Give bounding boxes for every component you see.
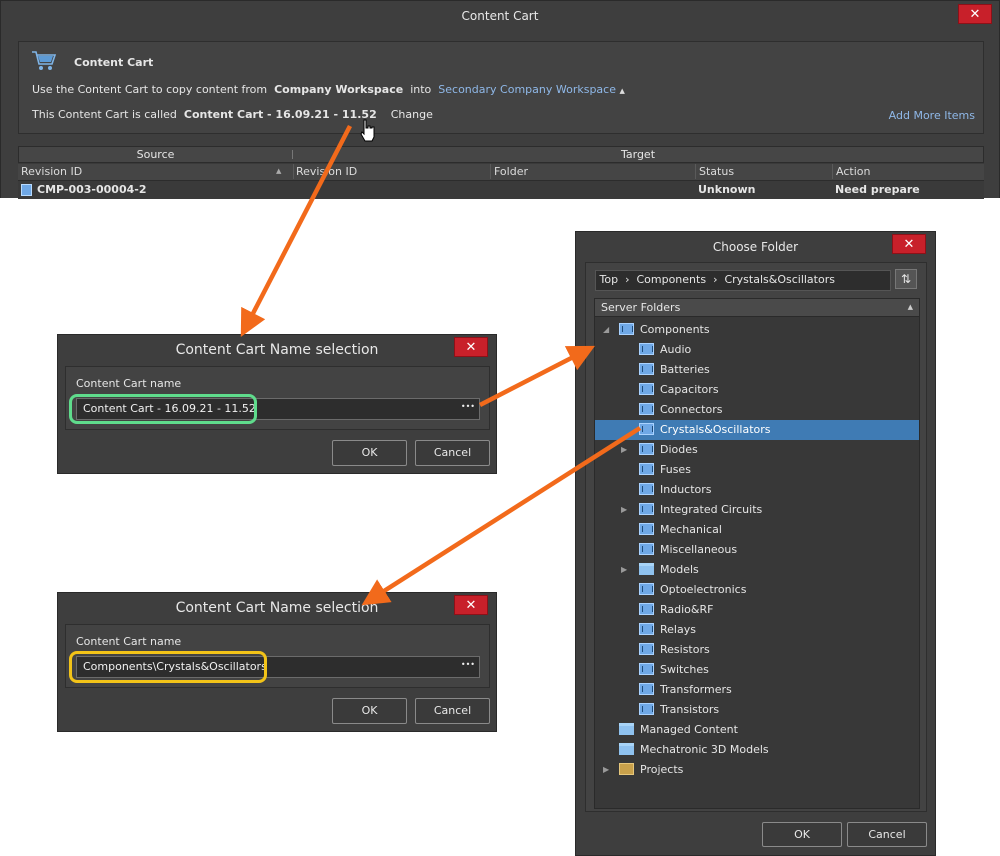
- annotation-arrows: [240, 124, 642, 606]
- arrow-browse-to-choose-folder: [478, 345, 596, 408]
- arrow-folder-to-name-dialog: [361, 426, 642, 606]
- arrow-change-to-name-dialog: [240, 124, 352, 337]
